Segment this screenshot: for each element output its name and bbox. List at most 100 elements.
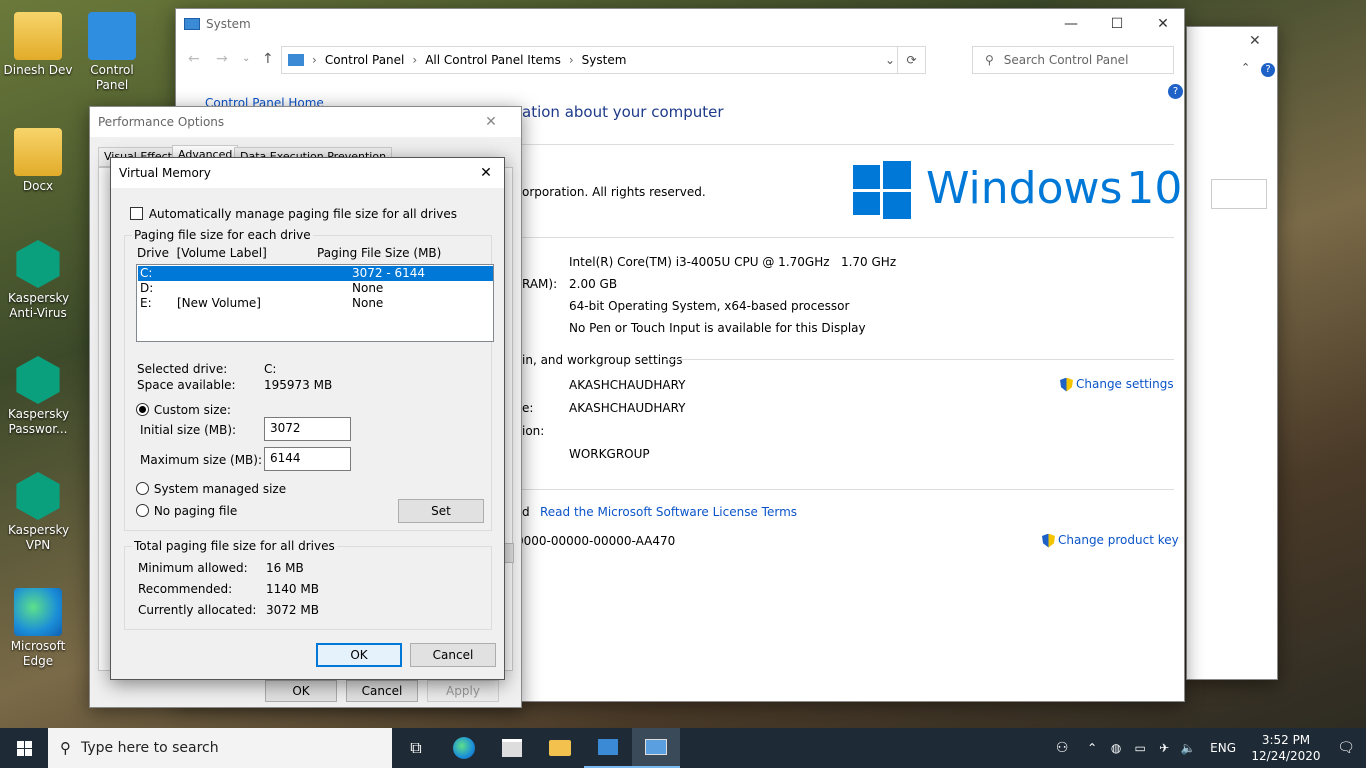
system-managed-radio[interactable]: System managed size [136,481,286,496]
clock-time: 3:52 PM [1261,733,1311,747]
recent-dropdown[interactable]: ⌄ [242,53,250,64]
back-button[interactable]: ← [188,51,200,67]
auto-manage-checkbox[interactable]: Automatically manage paging file size fo… [130,206,457,221]
shield-icon [1060,377,1073,392]
search-placeholder: Search Control Panel [1003,53,1129,67]
forward-button[interactable]: → [216,51,228,67]
desktop-icon-kaspersky-av[interactable]: Kaspersky Anti-Virus [0,240,76,321]
battery-icon[interactable]: ▭ [1128,728,1152,768]
radio[interactable] [136,504,149,517]
checkbox[interactable] [130,207,143,220]
cancel-button[interactable]: Cancel [346,680,418,702]
desktop-icon-kaspersky-vpn[interactable]: Kaspersky VPN [0,472,76,553]
currently-allocated-value: 3072 MB [266,603,319,617]
search-icon: ⚲ [60,739,71,757]
edge-icon [14,588,62,636]
maximum-size-label: Maximum size (MB): [140,453,263,467]
close-icon[interactable]: ✕ [1249,33,1261,49]
cancel-button[interactable]: Cancel [410,643,496,667]
shield-icon [1042,533,1055,548]
close-button[interactable]: ✕ [467,158,505,188]
desktop-icon-edge[interactable]: Microsoft Edge [0,588,76,669]
taskbar-search-placeholder: Type here to search [81,740,219,756]
windows-logo-text: Windows10 [926,163,1183,214]
task-view-icon[interactable]: ⧉ [392,728,440,768]
description-label: ion: [522,424,545,438]
language-indicator[interactable]: ENG [1200,741,1246,755]
col-header-size: Paging File Size (MB) [317,246,442,260]
no-paging-radio[interactable]: No paging file [136,503,237,518]
volume-icon[interactable]: 🔈 [1176,728,1200,768]
network-icon[interactable]: ✈ [1152,728,1176,768]
edge-taskbar-icon[interactable] [440,728,488,768]
notification-icon[interactable]: 🗨 [1326,728,1366,768]
clock[interactable]: 3:52 PM 12/24/2020 [1246,732,1326,764]
apply-button[interactable]: Apply [427,680,499,702]
license-terms-link[interactable]: Read the Microsoft Software License Term… [540,505,797,519]
minimize-button[interactable]: — [1048,9,1094,39]
pen-touch-value: No Pen or Touch Input is available for t… [569,321,866,335]
workgroup-value: WORKGROUP [569,447,650,461]
start-button[interactable] [0,728,48,768]
maximum-size-input[interactable]: 6144 [264,447,351,471]
maximize-button[interactable]: ☐ [1094,9,1140,39]
desktop-icon-docx[interactable]: Docx [0,128,76,194]
file-explorer-icon[interactable] [536,728,584,768]
table-row[interactable]: D: None [138,281,493,296]
page-heading: ation about your computer [522,103,724,121]
taskbar-search-box[interactable]: ⚲ Type here to search [48,728,392,768]
dialog-title: Virtual Memory [119,166,211,180]
refresh-button[interactable]: ⟳ [897,47,925,73]
close-button[interactable]: ✕ [468,107,514,137]
change-product-key-link[interactable]: Change product key [1042,533,1179,548]
ok-button[interactable]: OK [316,643,402,667]
desktop-icon-label: Kaspersky Anti-Virus [8,291,70,320]
close-button[interactable]: ✕ [1140,9,1186,39]
desktop-icon-kaspersky-password[interactable]: Kaspersky Passwor... [0,356,76,437]
desktop-icon-label: Control Panel [90,63,134,92]
table-row[interactable]: C: 3072 - 6144 [138,266,493,281]
store-icon[interactable] [488,728,536,768]
radio[interactable] [136,403,149,416]
search-box[interactable]: ⚲ Search Control Panel [972,46,1174,74]
desktop-icon-label: Dinesh Dev [3,63,73,77]
selected-drive-value: C: [264,362,277,376]
chevron-up-icon[interactable]: ⌃ [1080,728,1104,768]
meet-icon[interactable]: ◍ [1104,728,1128,768]
breadcrumb-control-panel[interactable]: Control Panel [325,53,405,67]
clock-date: 12/24/2020 [1251,749,1321,763]
title-bar[interactable]: Virtual Memory [111,158,504,188]
help-icon[interactable]: ? [1168,84,1183,99]
drive-list[interactable]: C: 3072 - 6144 D: None E: [New Volume] N… [136,264,494,342]
table-row[interactable]: E: [New Volume] None [138,296,493,311]
address-bar[interactable]: › Control Panel › All Control Panel Item… [281,46,926,74]
custom-size-radio[interactable]: Custom size: [136,402,231,417]
activation-prefix: d [522,505,530,519]
desktop-icon-control-panel[interactable]: Control Panel [74,12,150,93]
min-allowed-value: 16 MB [266,561,304,575]
ok-button[interactable]: OK [265,680,337,702]
title-bar[interactable]: System [176,9,1184,39]
control-panel-taskbar-icon[interactable] [584,728,632,768]
initial-size-input[interactable]: 3072 [264,417,351,441]
help-icon[interactable]: ? [1261,63,1275,77]
group-title: Total paging file size for all drives [132,539,337,553]
background-window: ✕ ? ⌃ [1186,26,1278,680]
breadcrumb-system[interactable]: System [582,53,627,67]
computer-name-value: AKASHCHAUDHARY [569,378,686,392]
change-settings-link[interactable]: Change settings [1060,377,1174,392]
chevron-down-icon[interactable]: ⌄ [885,53,895,67]
chevron-up-icon[interactable]: ⌃ [1241,61,1250,74]
copyright-text: orporation. All rights reserved. [522,185,706,199]
windows-icon [16,740,32,756]
currently-allocated-label: Currently allocated: [138,603,257,617]
desktop-icon-user[interactable]: Dinesh Dev [0,12,76,78]
set-button[interactable]: Set [398,499,484,523]
breadcrumb-all-items[interactable]: All Control Panel Items [425,53,561,67]
system-taskbar-icon[interactable] [632,728,680,768]
full-name-label: e: [522,401,534,415]
radio[interactable] [136,482,149,495]
up-button[interactable]: ↑ [262,51,274,67]
title-bar[interactable]: Performance Options [90,107,521,137]
people-icon[interactable]: ⚇ [1044,728,1080,768]
